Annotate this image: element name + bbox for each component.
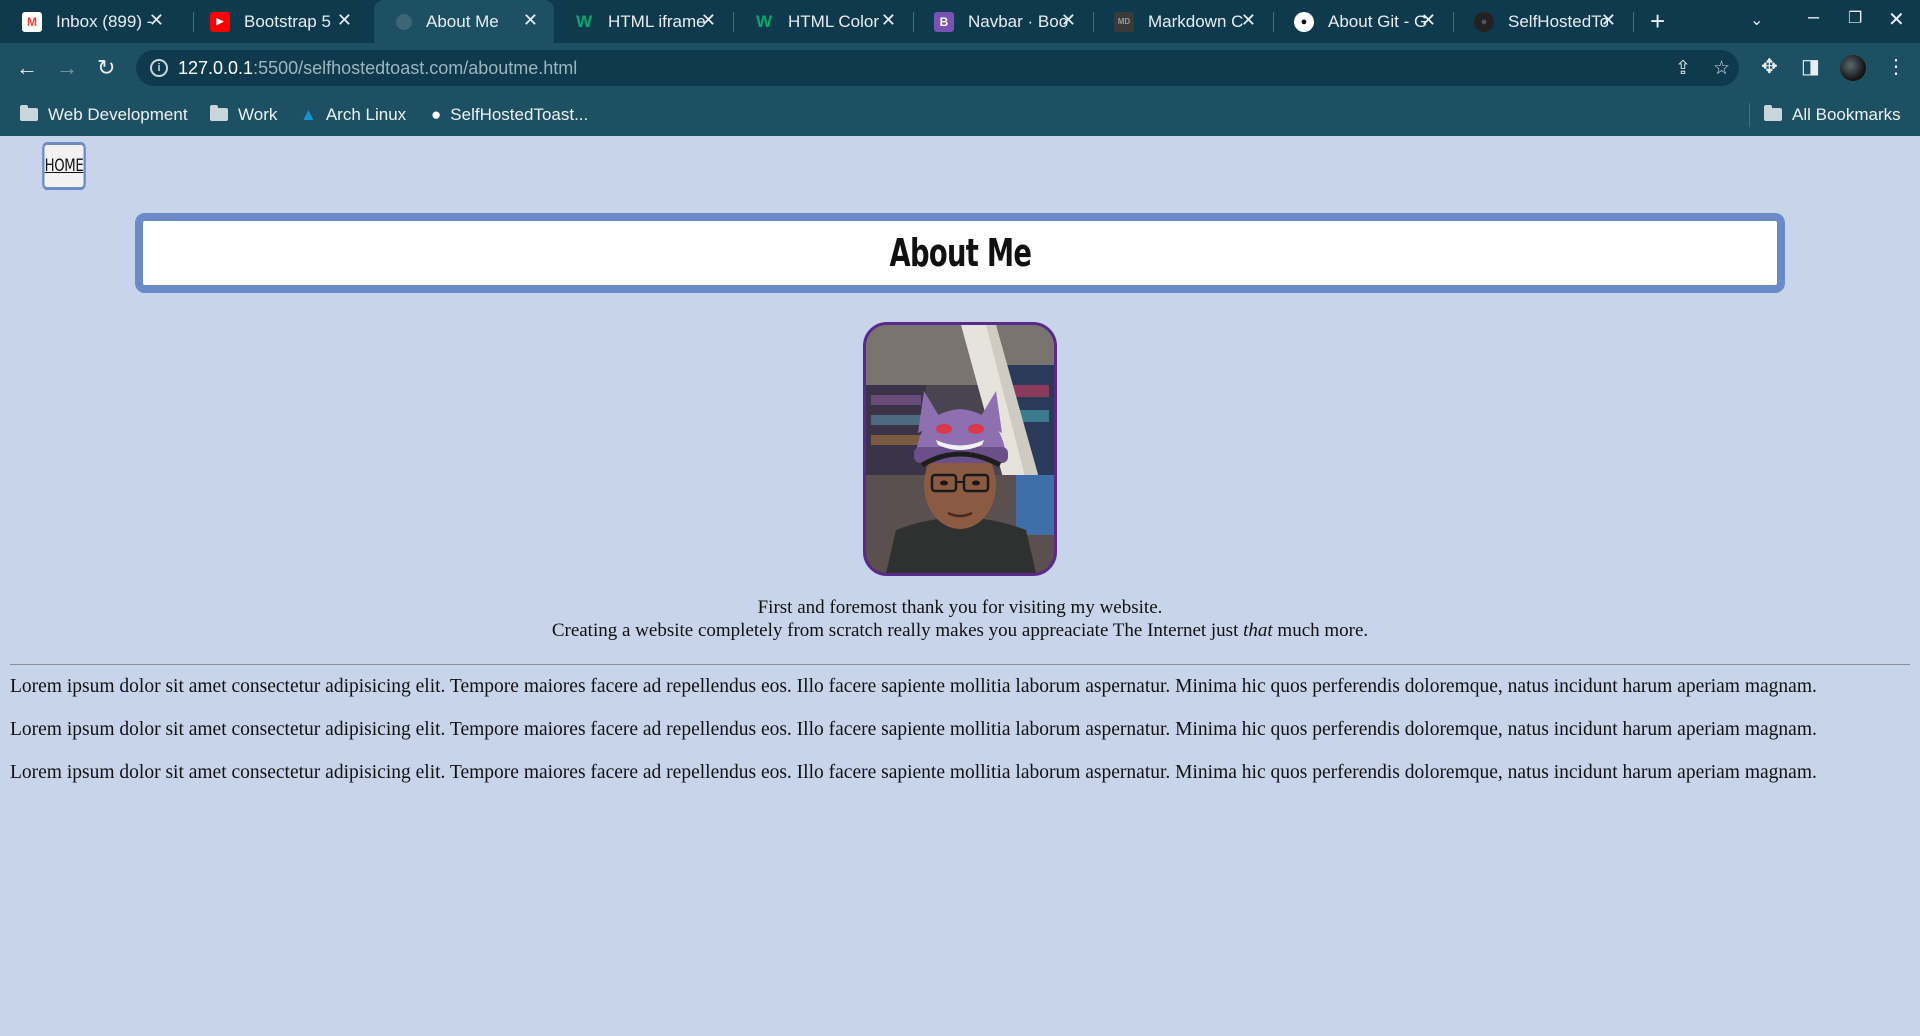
- markdown-icon: MD: [1114, 11, 1134, 32]
- chevron-down-icon[interactable]: ⌄: [1750, 10, 1763, 30]
- profile-avatar[interactable]: [1840, 55, 1866, 81]
- close-icon[interactable]: ✕: [337, 10, 352, 31]
- url-path: :5500/selfhostedtoast.com/aboutme.html: [253, 58, 578, 78]
- reload-icon[interactable]: ↻: [97, 55, 115, 81]
- bootstrap-icon: B: [934, 11, 954, 32]
- all-bookmarks-label: All Bookmarks: [1792, 104, 1901, 124]
- tab-title: SelfHostedTo: [1508, 11, 1608, 31]
- new-tab-icon[interactable]: +: [1650, 6, 1665, 37]
- folder-icon: [1764, 105, 1782, 121]
- youtube-icon: ▶: [210, 11, 230, 32]
- bookmarks-bar: Web Development Work ▲ Arch Linux ● Self…: [0, 93, 1920, 136]
- bookmark-web-development[interactable]: Web Development: [20, 93, 188, 136]
- bookmark-label: Arch Linux: [325, 104, 407, 124]
- intro-line-2: Creating a website completely from scrat…: [0, 619, 1920, 642]
- tab-title: Navbar · Boo: [968, 11, 1068, 31]
- star-icon[interactable]: ☆: [1713, 57, 1730, 80]
- intro-line-1: First and foremost thank you for visitin…: [757, 597, 1163, 618]
- tab-html-color[interactable]: W HTML Color ✕: [732, 0, 912, 43]
- globe-icon: [396, 13, 412, 30]
- close-icon[interactable]: ✕: [149, 10, 164, 31]
- close-icon[interactable]: ✕: [701, 10, 716, 31]
- bookmarks-separator: [1749, 103, 1750, 127]
- github-icon: ●: [431, 104, 442, 124]
- w3schools-icon: W: [755, 11, 773, 31]
- home-button[interactable]: HOME: [42, 142, 86, 190]
- body-paragraph: Lorem ipsum dolor sit amet consectetur a…: [10, 675, 1817, 697]
- horizontal-rule: [10, 664, 1910, 665]
- title-banner: About Me: [135, 213, 1785, 293]
- close-icon[interactable]: ✕: [523, 10, 538, 31]
- tab-title: Inbox (899) -: [56, 11, 153, 31]
- gmail-icon: M: [22, 11, 42, 32]
- url-host: 127.0.0.1: [178, 58, 254, 78]
- tab-about-git[interactable]: ● About Git - G ✕: [1272, 0, 1452, 43]
- close-icon[interactable]: ✕: [1061, 10, 1076, 31]
- bookmark-label: SelfHostedToast...: [450, 104, 589, 124]
- restore-icon[interactable]: ❐: [1848, 8, 1862, 28]
- tab-markdown[interactable]: MD Markdown C ✕: [1092, 0, 1272, 43]
- window-close-icon[interactable]: ✕: [1888, 7, 1905, 32]
- tab-inbox[interactable]: M Inbox (899) - ✕: [0, 0, 180, 43]
- github-icon: ●: [1474, 11, 1494, 32]
- intro-text: First and foremost thank you for visitin…: [0, 596, 1920, 642]
- tab-strip: M Inbox (899) - ✕ ▶ Bootstrap 5 ✕ About …: [0, 0, 1920, 43]
- url-text[interactable]: 127.0.0.1:5500/selfhostedtoast.com/about…: [178, 58, 577, 79]
- back-icon[interactable]: ←: [16, 55, 38, 81]
- bookmark-label: Web Development: [48, 104, 188, 124]
- intro-emphasis: that: [1243, 620, 1273, 641]
- menu-icon[interactable]: ⋮: [1886, 54, 1906, 79]
- close-icon[interactable]: ✕: [1421, 10, 1436, 31]
- tab-title: About Git - G: [1328, 11, 1428, 31]
- tab-title: HTML iframe: [608, 11, 706, 31]
- minimize-icon[interactable]: –: [1808, 6, 1819, 29]
- bookmark-work[interactable]: Work: [210, 93, 277, 136]
- tab-navbar[interactable]: B Navbar · Boo ✕: [912, 0, 1092, 43]
- bookmark-selfhostedtoast[interactable]: ● SelfHostedToast...: [431, 93, 588, 136]
- site-info-icon[interactable]: i: [150, 59, 168, 77]
- bookmark-arch-linux[interactable]: ▲ Arch Linux: [300, 93, 406, 136]
- tab-title: HTML Color: [788, 11, 879, 31]
- address-bar[interactable]: i 127.0.0.1:5500/selfhostedtoast.com/abo…: [136, 50, 1739, 86]
- profile-photo: [863, 322, 1057, 576]
- intro-line-2-end: much more.: [1272, 620, 1369, 641]
- browser-toolbar: ← → ↻ i 127.0.0.1:5500/selfhostedtoast.c…: [0, 43, 1920, 93]
- intro-line-2-start: Creating a website completely from scrat…: [551, 620, 1244, 641]
- close-icon[interactable]: ✕: [881, 10, 896, 31]
- page-viewport: HOME About Me First and foremost thank y…: [0, 136, 1920, 1036]
- arch-linux-icon: ▲: [300, 104, 317, 124]
- close-icon[interactable]: ✕: [1601, 10, 1616, 31]
- all-bookmarks[interactable]: All Bookmarks: [1764, 93, 1901, 136]
- folder-icon: [210, 105, 228, 121]
- tab-selfhostedtoast[interactable]: ● SelfHostedTo ✕: [1452, 0, 1632, 43]
- body-paragraph: Lorem ipsum dolor sit amet consectetur a…: [10, 718, 1817, 740]
- tab-about-me[interactable]: About Me ✕: [374, 0, 554, 43]
- tab-separator: [1633, 12, 1634, 32]
- side-panel-icon[interactable]: ◨: [1801, 54, 1820, 79]
- bookmark-label: Work: [238, 104, 278, 124]
- tab-title: Markdown C: [1148, 11, 1244, 31]
- extensions-icon[interactable]: ✥: [1761, 54, 1778, 79]
- forward-icon[interactable]: →: [56, 55, 78, 81]
- page-title: About Me: [889, 231, 1031, 275]
- github-icon: ●: [1294, 11, 1314, 32]
- w3schools-icon: W: [575, 11, 593, 31]
- close-icon[interactable]: ✕: [1241, 10, 1256, 31]
- tab-title: Bootstrap 5: [244, 11, 331, 31]
- tab-bootstrap[interactable]: ▶ Bootstrap 5 ✕: [188, 0, 368, 43]
- body-paragraph: Lorem ipsum dolor sit amet consectetur a…: [10, 761, 1817, 783]
- share-icon[interactable]: ⇪: [1675, 57, 1691, 80]
- tab-title: About Me: [426, 11, 499, 31]
- folder-icon: [20, 105, 38, 121]
- tab-html-iframe[interactable]: W HTML iframe ✕: [552, 0, 732, 43]
